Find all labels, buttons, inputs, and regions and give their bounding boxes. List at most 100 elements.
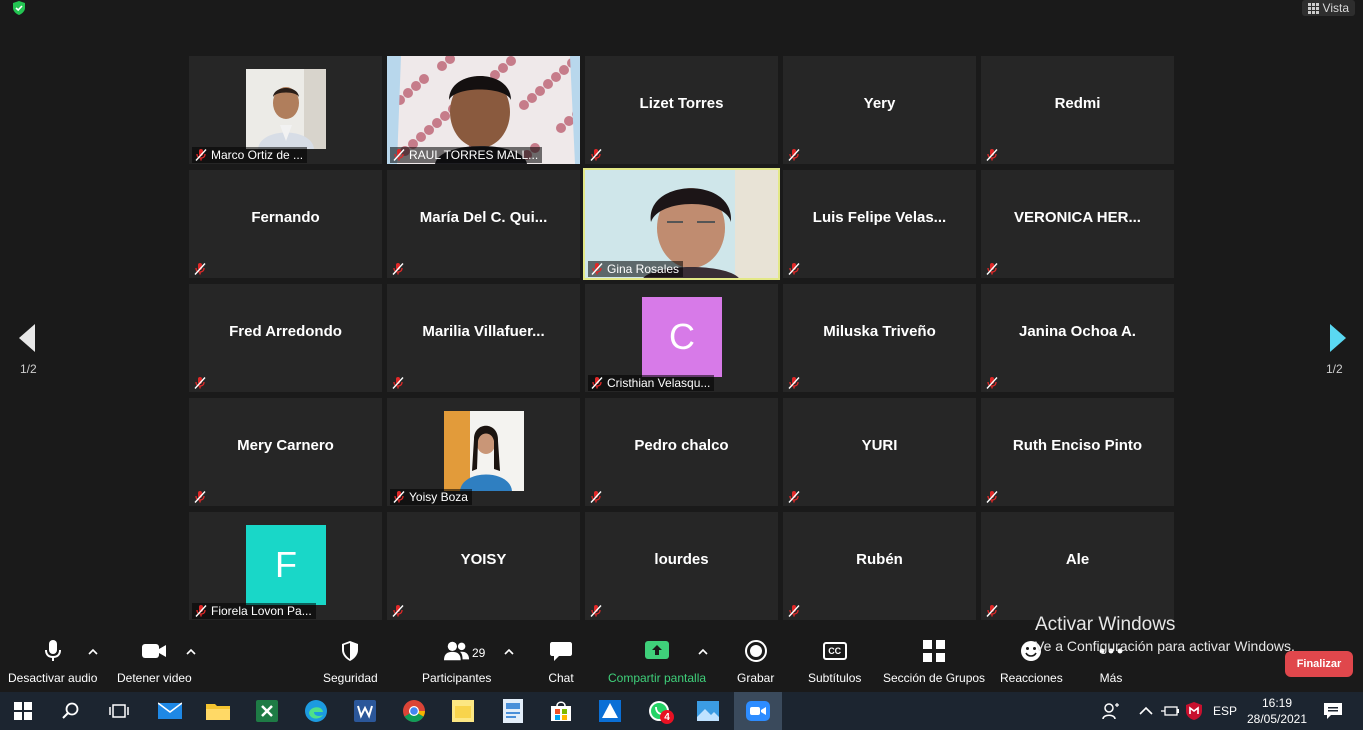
word-icon[interactable]	[352, 698, 378, 724]
view-label: Vista	[1322, 1, 1349, 15]
input-language[interactable]: ESP	[1213, 704, 1237, 718]
participant-tile[interactable]: Rubén	[783, 512, 976, 620]
microsoft-store-icon[interactable]	[548, 698, 574, 724]
security-shield-icon	[342, 641, 359, 661]
encryption-shield-icon[interactable]	[10, 0, 28, 16]
gallery-grid: Marco Ortiz de ... RAUL TORRES MALL... Liz…	[189, 56, 1175, 620]
excel-icon[interactable]	[254, 698, 280, 724]
share-screen-icon	[645, 641, 670, 659]
page-indicator-left: 1/2	[20, 362, 37, 376]
participant-tile[interactable]: Pedro chalco	[585, 398, 778, 506]
participant-name: Miluska Triveño	[823, 322, 936, 340]
participants-options-chevron-icon[interactable]	[504, 648, 514, 656]
muted-microphone-icon	[590, 605, 602, 617]
muted-microphone-icon	[788, 377, 800, 389]
share-screen-button[interactable]: Compartir pantalla	[608, 638, 706, 685]
mcafee-shield-icon[interactable]	[1181, 698, 1207, 724]
participant-tile[interactable]: Yoisy Boza	[387, 398, 580, 506]
participant-name: Rubén	[856, 550, 903, 568]
participant-name: Luis Felipe Velas...	[812, 208, 947, 226]
participant-photo	[246, 69, 326, 149]
zoom-app-icon[interactable]	[745, 698, 771, 724]
zoom-meeting-window: Vista 1/2 1/2 Marco Ortiz de ... RAUL TOR…	[0, 0, 1363, 692]
document-app-icon[interactable]	[500, 698, 526, 724]
muted-microphone-icon	[986, 149, 998, 161]
task-view-icon[interactable]	[106, 698, 132, 724]
photos-app-icon[interactable]	[695, 698, 721, 724]
participant-tile[interactable]: Redmi	[981, 56, 1174, 164]
participant-tile[interactable]: C Cristhian Velasqu...	[585, 284, 778, 392]
muted-microphone-icon	[392, 605, 404, 617]
participant-tile[interactable]: F Fiorela Lovon Pa...	[189, 512, 382, 620]
participant-tile[interactable]: Mery Carnero	[189, 398, 382, 506]
participant-tile[interactable]: lourdes	[585, 512, 778, 620]
participant-tile[interactable]: YOISY	[387, 512, 580, 620]
windows-activation-watermark: Activar Windows Ve a Configuración para …	[1035, 614, 1295, 654]
activation-subtitle: Ve a Configuración para activar Windows.	[1035, 638, 1295, 654]
previous-page-arrow-icon[interactable]	[17, 322, 37, 354]
clock-date: 28/05/2021	[1246, 712, 1308, 726]
participant-tile[interactable]: Marilia Villafuer...	[387, 284, 580, 392]
participant-tile[interactable]: YURI	[783, 398, 976, 506]
participant-name: RAUL TORRES MALL...	[409, 148, 539, 162]
edge-browser-icon[interactable]	[303, 698, 329, 724]
end-meeting-button[interactable]: Finalizar	[1285, 651, 1353, 677]
participant-name: Yoisy Boza	[409, 490, 468, 504]
participant-tile[interactable]: María Del C. Qui...	[387, 170, 580, 278]
participant-tile[interactable]: Ale	[981, 512, 1174, 620]
stop-video-button[interactable]: Detener video	[117, 638, 192, 685]
grid-view-icon	[1307, 2, 1319, 14]
muted-microphone-icon	[788, 491, 800, 503]
next-page-arrow-icon[interactable]	[1328, 322, 1348, 354]
whatsapp-icon[interactable]: 4	[646, 698, 674, 724]
participant-tile[interactable]: Fernando	[189, 170, 382, 278]
subtitles-button[interactable]: CC Subtítulos	[808, 638, 861, 685]
breakout-rooms-icon	[923, 640, 946, 662]
participant-label: Fiorela Lovon Pa...	[192, 603, 316, 619]
participant-tile[interactable]: Fred Arredondo	[189, 284, 382, 392]
participant-label: Gina Rosales	[588, 261, 684, 277]
muted-microphone-icon	[393, 149, 405, 161]
audio-options-chevron-icon[interactable]	[88, 648, 98, 656]
security-button[interactable]: Seguridad	[323, 638, 378, 685]
mute-audio-button[interactable]: Desactivar audio	[8, 638, 97, 685]
mail-app-icon[interactable]	[157, 698, 183, 724]
people-icon[interactable]	[1098, 698, 1124, 724]
file-explorer-icon[interactable]	[205, 698, 231, 724]
participant-tile[interactable]: VERONICA HER...	[981, 170, 1174, 278]
participant-tile[interactable]: RAUL TORRES MALL...	[387, 56, 580, 164]
participant-avatar: F	[246, 525, 326, 605]
chrome-browser-icon[interactable]	[401, 698, 427, 724]
sticky-notes-icon[interactable]	[450, 698, 476, 724]
show-hidden-icons-chevron-icon[interactable]	[1133, 698, 1159, 724]
chat-button[interactable]: Chat	[548, 638, 574, 685]
participant-tile[interactable]: Luis Felipe Velas...	[783, 170, 976, 278]
participant-tile[interactable]: Yery	[783, 56, 976, 164]
muted-microphone-icon	[590, 491, 602, 503]
taskbar-clock[interactable]: 16:19 28/05/2021	[1238, 695, 1316, 727]
participant-name: Gina Rosales	[607, 262, 680, 276]
participant-tile[interactable]: Gina Rosales	[583, 168, 780, 280]
participant-tile[interactable]: Lizet Torres	[585, 56, 778, 164]
breakout-rooms-button[interactable]: Sección de Grupos	[883, 638, 985, 685]
notifications-icon[interactable]	[1320, 698, 1346, 724]
participant-name: Lizet Torres	[639, 94, 724, 112]
search-icon[interactable]	[58, 698, 84, 724]
video-options-chevron-icon[interactable]	[186, 648, 196, 656]
participant-tile[interactable]: Marco Ortiz de ...	[189, 56, 382, 164]
muted-microphone-icon	[986, 377, 998, 389]
closed-captions-icon: CC	[822, 642, 847, 660]
participant-name: María Del C. Qui...	[419, 208, 548, 226]
windows-start-icon[interactable]	[10, 698, 36, 724]
participant-tile[interactable]: Miluska Triveño	[783, 284, 976, 392]
muted-microphone-icon	[194, 491, 206, 503]
azure-data-studio-icon[interactable]	[597, 698, 623, 724]
participant-name: Mery Carnero	[237, 436, 334, 454]
participant-tile[interactable]: Ruth Enciso Pinto	[981, 398, 1174, 506]
record-button[interactable]: Grabar	[737, 638, 774, 685]
battery-network-icon[interactable]	[1157, 698, 1183, 724]
participant-tile[interactable]: Janina Ochoa A.	[981, 284, 1174, 392]
view-button[interactable]: Vista	[1301, 0, 1355, 16]
share-options-chevron-icon[interactable]	[698, 648, 708, 656]
participant-name: lourdes	[654, 550, 709, 568]
